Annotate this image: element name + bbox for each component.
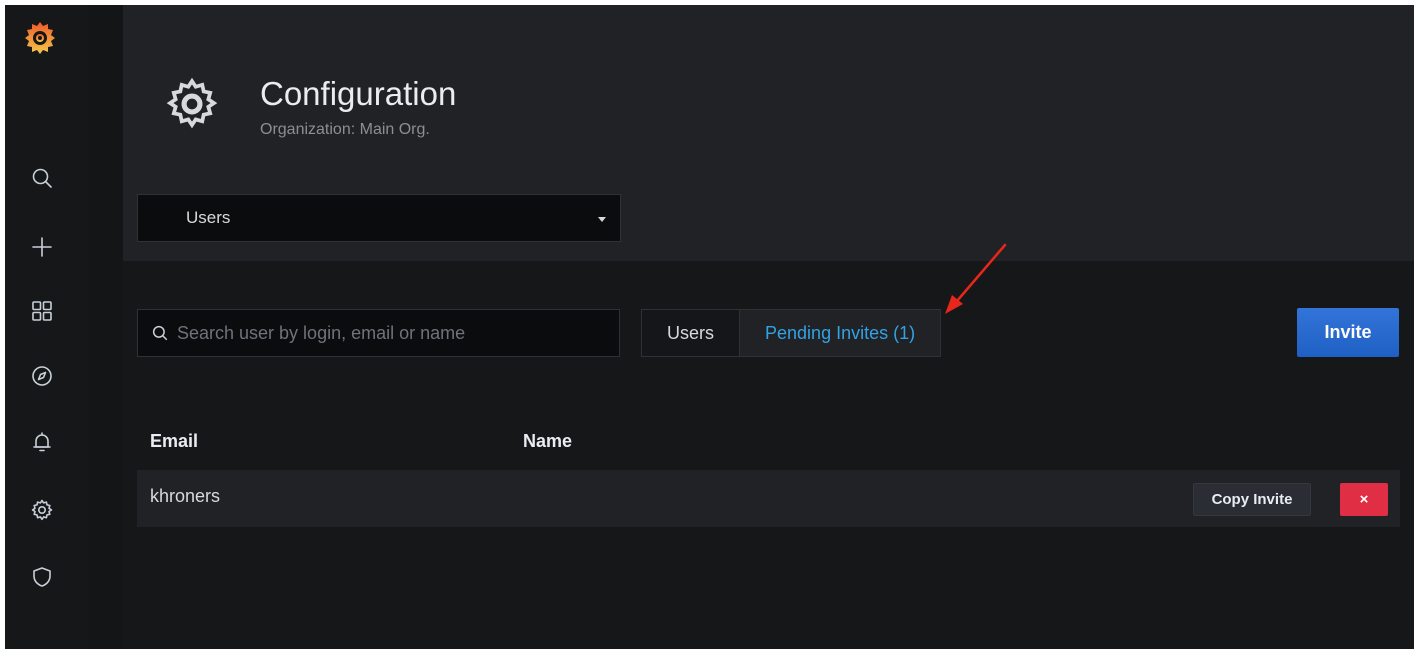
section-select-value: Users <box>186 208 231 227</box>
dashboards-icon[interactable] <box>27 296 57 326</box>
page-header: Configuration Organization: Main Org. Us… <box>123 5 1414 261</box>
copy-invite-button[interactable]: Copy Invite <box>1193 483 1311 516</box>
column-header-email: Email <box>150 431 199 451</box>
compass-icon[interactable] <box>27 361 57 391</box>
bell-icon[interactable] <box>27 427 57 457</box>
search-box <box>137 309 620 357</box>
search-icon <box>151 324 169 342</box>
app-frame: Configuration Organization: Main Org. Us… <box>5 5 1414 649</box>
revoke-invite-button[interactable]: × <box>1340 483 1388 516</box>
table-row: khroners Copy Invite × <box>137 470 1400 527</box>
main-content: Users Pending Invites (1) Invite Email N… <box>123 261 1414 649</box>
gear-icon[interactable] <box>27 495 57 525</box>
invite-email: khroners <box>150 486 221 506</box>
grafana-logo-icon[interactable] <box>22 20 58 56</box>
caret-down-icon <box>598 217 606 222</box>
user-tabs: Users Pending Invites (1) <box>641 309 942 357</box>
sidebar <box>5 5 89 649</box>
page-title: Configuration <box>260 75 457 112</box>
gear-icon <box>164 76 220 132</box>
invite-button[interactable]: Invite <box>1297 308 1399 357</box>
search-icon[interactable] <box>27 163 57 193</box>
shield-icon[interactable] <box>27 562 57 592</box>
page-subtitle: Organization: Main Org. <box>260 121 430 138</box>
section-select[interactable]: Users <box>137 194 621 242</box>
tab-pending-invites[interactable]: Pending Invites (1) <box>739 310 941 356</box>
tab-users[interactable]: Users <box>642 310 740 356</box>
search-input[interactable] <box>177 322 597 344</box>
sidebar-divider <box>89 5 123 649</box>
plus-icon[interactable] <box>27 232 57 262</box>
column-header-name: Name <box>523 431 573 451</box>
